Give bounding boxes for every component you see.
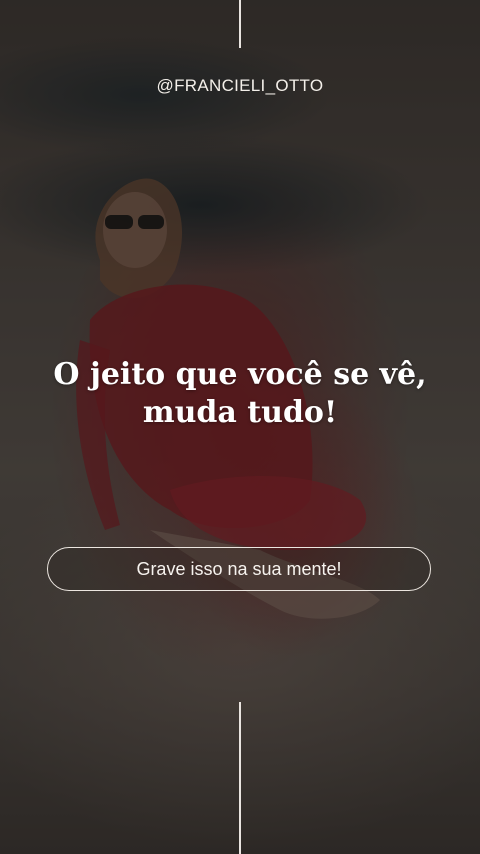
- username-handle: @FRANCIELI_OTTO: [156, 76, 324, 95]
- top-divider-line: [239, 0, 241, 48]
- headline-line-2: muda tudo!: [142, 395, 338, 430]
- headline-line-1: O jeito que você se vê,: [53, 357, 427, 392]
- headline: O jeito que você se vê, muda tudo!: [20, 356, 460, 432]
- story-screen: @FRANCIELI_OTTO O jeito que você se vê, …: [0, 0, 480, 854]
- cta-button[interactable]: Grave isso na sua mente!: [47, 547, 431, 591]
- cta-button-label: Grave isso na sua mente!: [136, 558, 342, 579]
- bottom-divider-line: [239, 702, 241, 854]
